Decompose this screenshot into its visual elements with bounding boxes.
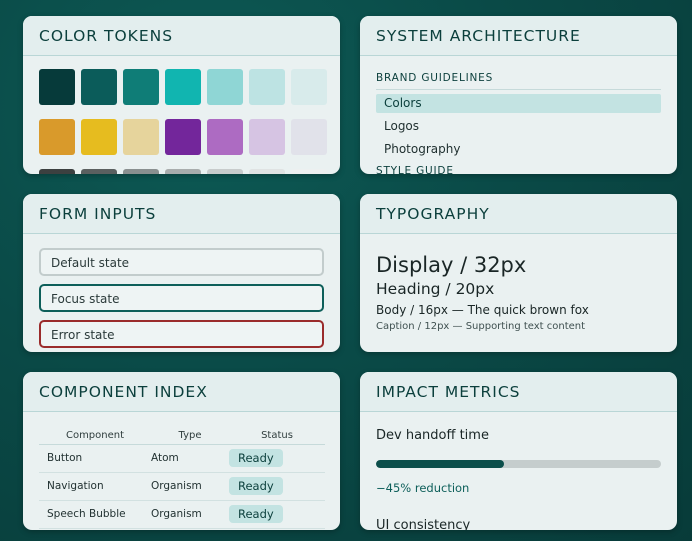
column-header-type: Type [151, 428, 229, 445]
swatch-row [39, 69, 340, 105]
status-badge: Ready [229, 477, 283, 495]
table-row[interactable]: Navigation Organism Ready [39, 472, 325, 501]
card-header: COLOR TOKENS [23, 16, 340, 56]
display-sample: Display / 32px [376, 253, 527, 277]
color-swatch[interactable] [207, 119, 243, 155]
color-tokens-card: COLOR TOKENS [23, 16, 340, 174]
component-type: Organism [151, 472, 229, 501]
component-index-title: COMPONENT INDEX [39, 383, 208, 401]
color-swatch[interactable] [39, 119, 75, 155]
card-header: FORM INPUTS [23, 194, 340, 234]
nav-item-colors[interactable]: Colors [376, 94, 661, 113]
table-row[interactable]: Speech Bubble Organism Ready [39, 500, 325, 529]
color-swatch[interactable] [165, 119, 201, 155]
column-header-status: Status [229, 428, 325, 445]
component-name: Navigation [39, 472, 151, 501]
swatch-row [39, 169, 340, 174]
body-sample: Body / 16px — The quick brown fox [376, 303, 589, 317]
color-swatch[interactable] [165, 169, 201, 174]
color-swatch[interactable] [81, 169, 117, 174]
color-swatch[interactable] [249, 69, 285, 105]
typography-card: TYPOGRAPHY Display / 32px Heading / 20px… [360, 194, 677, 352]
card-header: IMPACT METRICS [360, 372, 677, 412]
color-swatch[interactable] [123, 169, 159, 174]
system-architecture-card: SYSTEM ARCHITECTURE BRAND GUIDELINES Col… [360, 16, 677, 174]
card-header: TYPOGRAPHY [360, 194, 677, 234]
color-tokens-title: COLOR TOKENS [39, 27, 174, 45]
nav-item-photography[interactable]: Photography [376, 140, 661, 159]
color-swatch[interactable] [39, 169, 75, 174]
color-swatch[interactable] [123, 69, 159, 105]
color-swatch[interactable] [207, 169, 243, 174]
progress-fill [376, 460, 505, 468]
table-row[interactable]: Button Atom Ready [39, 444, 325, 473]
component-name: Button [39, 444, 151, 473]
swatch-row [39, 119, 340, 155]
color-swatch[interactable] [207, 69, 243, 105]
component-table: Component Type Status Button Atom Ready … [39, 428, 325, 529]
color-swatch[interactable] [249, 119, 285, 155]
error-state-input[interactable]: Error state [39, 320, 324, 348]
swatch-grid [23, 56, 340, 174]
brand-guidelines-heading: BRAND GUIDELINES [376, 72, 661, 90]
metric-change: −45% reduction [376, 481, 470, 495]
status-badge: Ready [229, 449, 283, 467]
nav-item-logos[interactable]: Logos [376, 117, 661, 136]
card-header: COMPONENT INDEX [23, 372, 340, 412]
component-name: Speech Bubble [39, 500, 151, 529]
column-header-component: Component [39, 428, 151, 445]
color-swatch[interactable] [249, 169, 285, 174]
typography-title: TYPOGRAPHY [376, 205, 490, 223]
caption-sample: Caption / 12px — Supporting text content [376, 321, 586, 332]
card-header: SYSTEM ARCHITECTURE [360, 16, 677, 56]
system-architecture-title: SYSTEM ARCHITECTURE [376, 27, 581, 45]
metric-label: UI consistency [376, 518, 471, 530]
color-swatch[interactable] [81, 69, 117, 105]
color-swatch[interactable] [165, 69, 201, 105]
form-inputs-title: FORM INPUTS [39, 205, 157, 223]
impact-metrics-card: IMPACT METRICS Dev handoff time −45% red… [360, 372, 677, 530]
component-type: Organism [151, 500, 229, 529]
component-index-card: COMPONENT INDEX Component Type Status Bu… [23, 372, 340, 530]
status-badge: Ready [229, 505, 283, 523]
default-state-input[interactable]: Default state [39, 248, 324, 276]
form-inputs-card: FORM INPUTS Default state Focus state Er… [23, 194, 340, 352]
color-swatch[interactable] [123, 119, 159, 155]
color-swatch[interactable] [291, 169, 327, 174]
color-swatch[interactable] [291, 69, 327, 105]
impact-metrics-title: IMPACT METRICS [376, 383, 521, 401]
heading-sample: Heading / 20px [376, 280, 495, 298]
color-swatch[interactable] [81, 119, 117, 155]
progress-bar [376, 460, 661, 468]
color-swatch[interactable] [291, 119, 327, 155]
focus-state-input[interactable]: Focus state [39, 284, 324, 312]
color-swatch[interactable] [39, 69, 75, 105]
metric-label: Dev handoff time [376, 428, 489, 443]
component-type: Atom [151, 444, 229, 473]
style-guide-heading: STYLE GUIDE [376, 165, 454, 174]
